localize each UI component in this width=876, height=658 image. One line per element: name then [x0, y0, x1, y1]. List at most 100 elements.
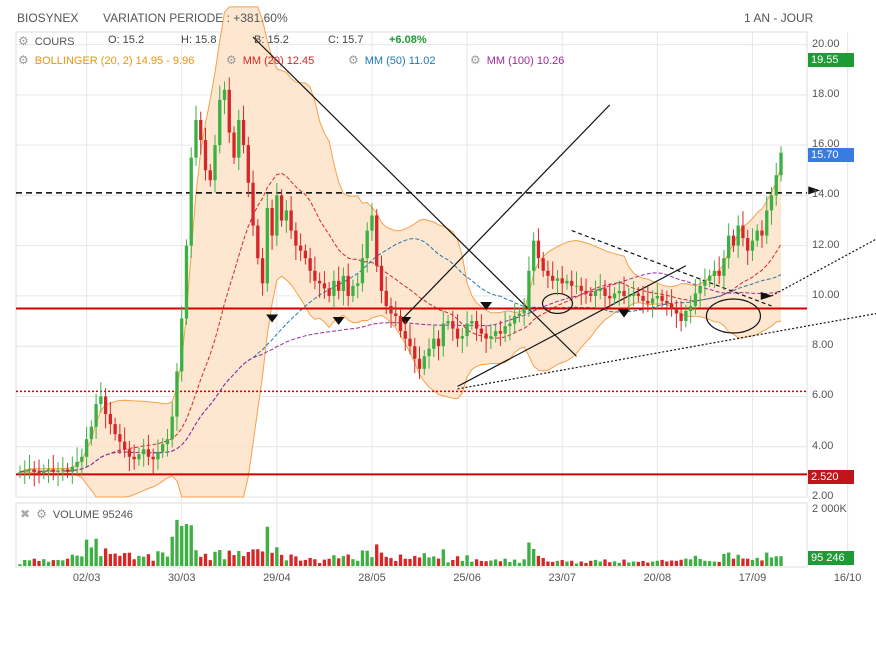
volume-bar: [470, 561, 474, 566]
volume-bar: [303, 559, 308, 566]
gear-icon[interactable]: ⚙: [18, 53, 29, 67]
cours-label: COURS: [34, 36, 75, 48]
candle: [451, 321, 455, 329]
candle: [379, 265, 384, 291]
volume-bar: [489, 560, 493, 566]
volume-bar: [370, 557, 374, 566]
volume-bar: [161, 552, 165, 566]
candle: [527, 270, 531, 309]
last-price-tag: 15.70: [808, 148, 854, 162]
volume-bar: [665, 561, 669, 566]
candle: [246, 145, 250, 183]
candle: [627, 295, 631, 297]
gear-icon[interactable]: ⚙: [36, 507, 47, 521]
mm20-legend[interactable]: ⚙ MM (20) 12.45: [226, 53, 314, 67]
volume-bar: [589, 560, 593, 566]
candle: [532, 240, 536, 271]
candle: [446, 321, 450, 324]
gear-icon[interactable]: ⚙: [18, 34, 29, 48]
candle: [127, 449, 132, 457]
volume-bar: [627, 562, 631, 566]
volume-bar: [113, 553, 117, 566]
volume-bar: [108, 553, 113, 566]
y-axis-tick: 18.00: [812, 87, 840, 100]
candle: [189, 157, 193, 246]
volume-bar: [746, 558, 750, 566]
candle: [46, 469, 51, 471]
volume-bar: [674, 560, 679, 566]
volume-bar: [765, 552, 769, 566]
volume-bar: [199, 556, 203, 566]
close-icon[interactable]: ✖: [20, 507, 30, 521]
candle: [337, 280, 341, 291]
mm50-legend[interactable]: ⚙ MM (50) 11.02: [348, 53, 435, 67]
candle: [774, 175, 778, 196]
volume-bar: [270, 552, 274, 566]
candle: [137, 454, 141, 460]
volume-bar: [541, 558, 545, 566]
gear-icon[interactable]: ⚙: [348, 53, 359, 67]
change-value: +6.08%: [389, 34, 427, 46]
candle: [256, 225, 260, 259]
candle: [503, 326, 507, 334]
bollinger-legend[interactable]: ⚙ BOLLINGER (20, 2) 14.95 - 9.96: [18, 53, 194, 67]
volume-bar: [493, 559, 498, 566]
volume-bar: [551, 561, 555, 566]
candle: [75, 461, 79, 467]
candle: [294, 230, 298, 246]
mm100-legend[interactable]: ⚙ MM (100) 10.26: [470, 53, 564, 67]
volume-bar: [669, 560, 674, 566]
volume-bar: [707, 561, 712, 566]
volume-bar: [517, 562, 522, 566]
volume-bar: [56, 559, 60, 566]
volume-bar: [741, 558, 745, 566]
volume-axis-tick: 2 000K: [812, 503, 847, 515]
candle: [413, 346, 417, 359]
cours-legend[interactable]: ⚙ COURS: [18, 34, 75, 48]
candle: [208, 170, 212, 181]
volume-bar: [560, 560, 564, 566]
candle: [151, 456, 155, 460]
candle: [113, 424, 117, 435]
candle: [593, 290, 598, 296]
y-axis-tick: 4.00: [812, 439, 834, 452]
candle: [465, 323, 469, 337]
mm20-label: MM (20) 12.45: [242, 55, 315, 67]
candle: [332, 280, 336, 296]
candle: [103, 396, 108, 415]
volume-bar: [451, 560, 455, 566]
price-chart[interactable]: [0, 0, 876, 658]
volume-bar: [641, 560, 645, 566]
volume-bar: [232, 555, 236, 566]
candle: [479, 328, 484, 334]
candle: [241, 119, 246, 146]
volume-bar: [436, 558, 441, 566]
candle: [270, 207, 274, 236]
candle: [108, 414, 113, 425]
candle: [232, 132, 236, 158]
candle: [508, 323, 512, 327]
candle: [165, 439, 170, 445]
candle: [180, 318, 184, 372]
volume-bar: [655, 560, 660, 566]
volume-bar: [617, 562, 621, 566]
volume-bar: [337, 558, 341, 566]
candle: [660, 295, 664, 301]
gear-icon[interactable]: ⚙: [226, 53, 237, 67]
x-axis-tick: 28/05: [358, 572, 386, 584]
volume-bar: [246, 552, 250, 566]
candle: [650, 298, 655, 304]
period-selector[interactable]: 1 AN - JOUR: [744, 11, 813, 25]
volume-bar: [103, 548, 108, 566]
candle: [608, 295, 612, 299]
gear-icon[interactable]: ⚙: [470, 53, 481, 67]
volume-legend[interactable]: ✖ ⚙ VOLUME 95246: [20, 507, 133, 521]
candle: [727, 235, 731, 259]
volume-bar: [522, 559, 526, 566]
volume-bar: [127, 552, 132, 566]
candle: [612, 293, 617, 299]
volume-bar: [693, 555, 698, 566]
candle: [717, 270, 721, 276]
candle: [203, 140, 208, 171]
volume-bar: [555, 560, 560, 566]
